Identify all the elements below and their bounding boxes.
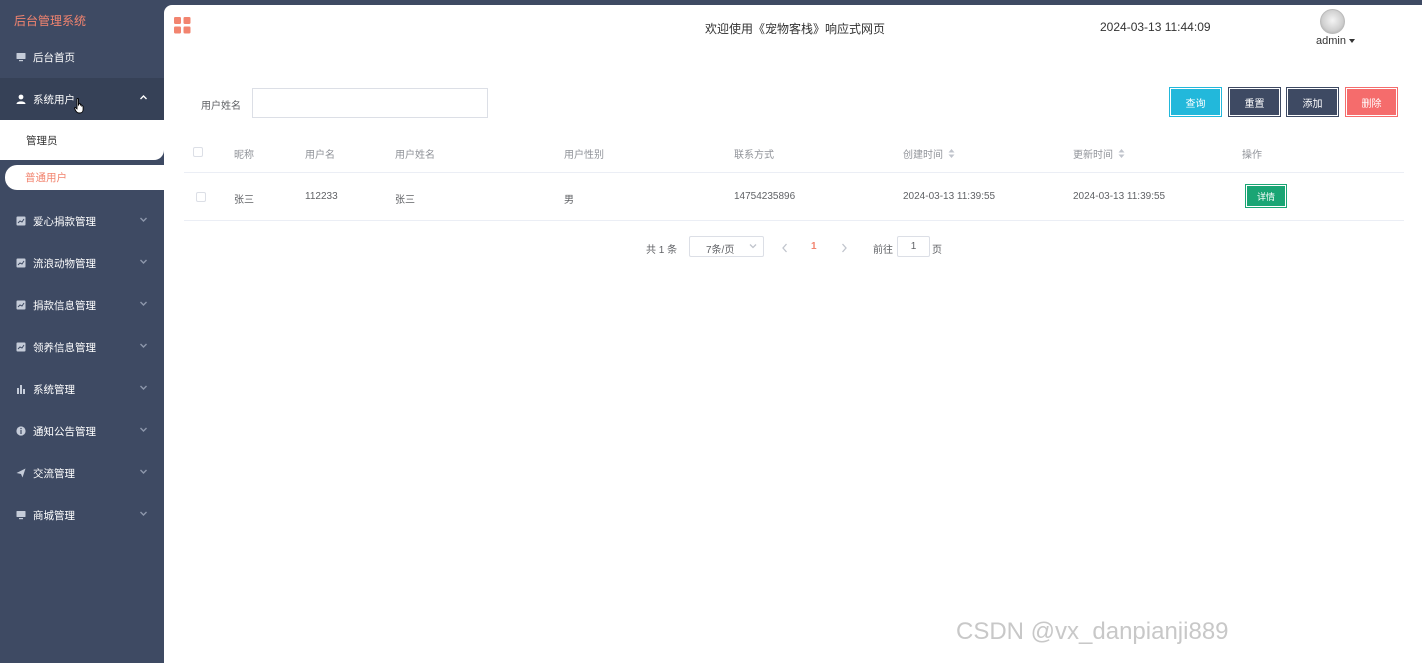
sidebar-item-label: 领养信息管理 <box>33 341 96 354</box>
search-input[interactable] <box>252 88 488 118</box>
caret-down-icon <box>1348 39 1355 44</box>
reset-button[interactable]: 重置 <box>1229 88 1280 116</box>
chart-icon <box>15 341 27 353</box>
sidebar-item-label: 捐款信息管理 <box>33 299 96 312</box>
next-page-icon[interactable] <box>840 240 852 253</box>
sort-icon[interactable] <box>948 149 955 161</box>
column-header: 用户姓名 <box>395 150 435 161</box>
sidebar-item-label: 商城管理 <box>33 509 75 522</box>
column-header: 用户性别 <box>564 150 604 161</box>
chevron-down-icon <box>139 467 148 476</box>
sidebar-item-stray-animals[interactable]: 流浪动物管理 <box>0 242 164 284</box>
submenu-item-admin[interactable]: 管理员 <box>0 120 164 160</box>
prev-page-icon[interactable] <box>781 240 793 253</box>
grid-menu-icon[interactable] <box>174 17 191 34</box>
submenu-item-label: 管理员 <box>26 134 58 147</box>
column-header-updated[interactable]: 更新时间 <box>1073 146 1125 161</box>
welcome-text: 欢迎使用《宠物客栈》响应式网页 <box>705 22 886 36</box>
sidebar-item-label: 系统用户 <box>33 93 75 106</box>
add-button[interactable]: 添加 <box>1287 88 1338 116</box>
chevron-down-icon <box>139 215 148 224</box>
pagination-total: 共 1 条 <box>646 245 678 256</box>
column-header: 昵称 <box>234 150 254 161</box>
user-name: admin <box>1316 35 1346 47</box>
submenu-item-label: 普通用户 <box>25 172 67 184</box>
cell-name: 张三 <box>395 195 415 206</box>
chevron-down-icon <box>749 242 757 253</box>
query-button[interactable]: 查询 <box>1170 88 1221 116</box>
chart-icon <box>15 299 27 311</box>
cell-updated: 2024-03-13 11:39:55 <box>1073 191 1166 202</box>
chevron-down-icon <box>139 299 148 308</box>
detail-button[interactable]: 详情 <box>1246 185 1286 207</box>
page-number-current[interactable]: 1 <box>811 241 817 252</box>
avatar[interactable] <box>1320 9 1345 34</box>
sidebar-item-system-management[interactable]: 系统管理 <box>0 368 164 410</box>
sidebar-item-donation-info[interactable]: 捐款信息管理 <box>0 284 164 326</box>
column-header-label: 更新时间 <box>1073 150 1113 161</box>
pagination: 共 1 条 7条/页 1 前往 页 <box>164 236 1422 258</box>
sidebar-item-label: 系统管理 <box>33 383 75 396</box>
sidebar-item-label: 后台首页 <box>33 51 75 64</box>
submenu-item-normal-users[interactable]: 普通用户 <box>5 165 164 190</box>
column-header-label: 创建时间 <box>903 150 943 161</box>
delete-button[interactable]: 删除 <box>1346 88 1397 116</box>
main-panel: 欢迎使用《宠物客栈》响应式网页 2024-03-13 11:44:09 admi… <box>164 5 1422 663</box>
users-table: 昵称 用户名 用户姓名 用户性别 联系方式 创建时间 更新时间 操作 张三 11… <box>184 131 1404 221</box>
send-icon <box>15 467 27 479</box>
column-header: 用户名 <box>305 150 335 161</box>
monitor-icon <box>15 509 27 521</box>
goto-page-input[interactable] <box>897 236 930 257</box>
sidebar-item-shop[interactable]: 商城管理 <box>0 494 164 536</box>
cell-phone: 14754235896 <box>734 191 796 202</box>
sidebar-item-label: 爱心捐款管理 <box>33 215 96 228</box>
sort-icon[interactable] <box>1118 149 1125 161</box>
column-header: 操作 <box>1242 150 1262 161</box>
chart-icon <box>15 257 27 269</box>
sidebar-item-donation[interactable]: 爱心捐款管理 <box>0 200 164 242</box>
cell-username: 112233 <box>305 191 338 202</box>
search-label: 用户姓名 <box>201 101 241 112</box>
cell-created: 2024-03-13 11:39:55 <box>903 191 996 202</box>
chevron-up-icon <box>139 93 148 102</box>
chevron-down-icon <box>139 341 148 350</box>
info-icon <box>15 425 27 437</box>
sidebar-item-label: 流浪动物管理 <box>33 257 96 270</box>
sidebar-item-label: 交流管理 <box>33 467 75 480</box>
mouse-pointer-icon <box>74 98 84 114</box>
sidebar-item-home[interactable]: 后台首页 <box>0 36 164 78</box>
table-row: 张三 112233 张三 男 14754235896 2024-03-13 11… <box>184 173 1404 221</box>
chevron-down-icon <box>139 425 148 434</box>
watermark: CSDN @vx_danpianji889 <box>956 618 1229 645</box>
goto-unit: 页 <box>932 245 942 256</box>
table-header: 昵称 用户名 用户姓名 用户性别 联系方式 创建时间 更新时间 操作 <box>184 131 1404 173</box>
app-root: 后台管理系统 后台首页 系统用户 管理员 普通用户 爱心捐款管理 流浪动物管理 … <box>0 0 1422 663</box>
datetime-display: 2024-03-13 11:44:09 <box>1100 20 1211 34</box>
submenu: 管理员 普通用户 <box>0 120 164 200</box>
chevron-down-icon <box>139 509 148 518</box>
sidebar-item-adoption-info[interactable]: 领养信息管理 <box>0 326 164 368</box>
sidebar-item-label: 通知公告管理 <box>33 425 96 438</box>
cell-nickname: 张三 <box>234 195 254 206</box>
sidebar-item-notice[interactable]: 通知公告管理 <box>0 410 164 452</box>
user-menu[interactable]: admin <box>1316 35 1355 47</box>
column-header-created[interactable]: 创建时间 <box>903 146 955 161</box>
brand-title: 后台管理系统 <box>14 14 87 28</box>
goto-label: 前往 <box>873 245 893 256</box>
column-header: 联系方式 <box>734 150 774 161</box>
top-bar: 欢迎使用《宠物客栈》响应式网页 2024-03-13 11:44:09 admi… <box>164 5 1422 50</box>
page-size-select[interactable]: 7条/页 <box>689 236 764 257</box>
row-checkbox[interactable] <box>196 192 206 202</box>
chart-icon <box>15 215 27 227</box>
cell-gender: 男 <box>564 195 574 206</box>
search-bar: 用户姓名 查询 重置 添加 删除 <box>164 83 1422 123</box>
select-all-checkbox[interactable] <box>193 147 203 157</box>
monitor-icon <box>15 51 27 63</box>
chevron-down-icon <box>139 383 148 392</box>
user-icon <box>15 93 27 105</box>
chevron-down-icon <box>139 257 148 266</box>
bar-chart-icon <box>15 383 27 395</box>
sidebar-item-exchange[interactable]: 交流管理 <box>0 452 164 494</box>
page-size-value: 7条/页 <box>706 245 735 256</box>
